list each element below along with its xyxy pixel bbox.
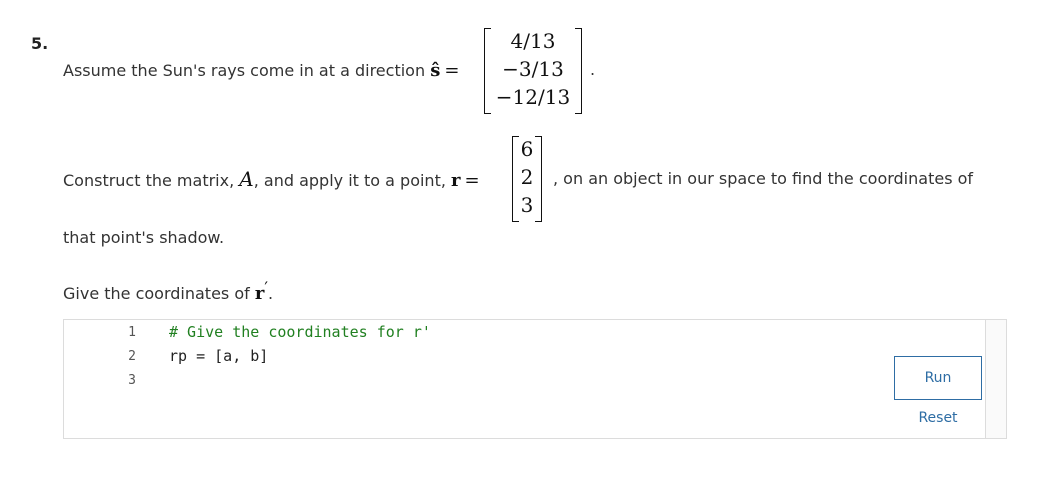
vector-entry: −12/13 <box>495 85 571 109</box>
line-number-gutter: 1 2 3 <box>64 320 156 438</box>
run-button[interactable]: Run <box>894 356 982 400</box>
period: . <box>267 284 274 303</box>
r-prime-symbol: r <box>254 283 265 304</box>
construct-matrix-statement: Construct the matrix, A, and apply it to… <box>63 167 486 191</box>
line-number: 2 <box>128 349 136 364</box>
shadow-text: that point's shadow. <box>63 228 225 247</box>
give-coordinates-statement: Give the coordinates of r′. <box>63 278 273 304</box>
sun-direction-statement: Assume the Sun's rays come in at a direc… <box>63 60 465 81</box>
construct-text: Construct the matrix, <box>63 171 235 190</box>
code-line-assignment[interactable]: rp = [a, b] <box>169 347 268 365</box>
vector-entry: 6 <box>520 137 534 161</box>
equals-sign: = <box>444 60 460 81</box>
sun-direction-text: Assume the Sun's rays come in at a direc… <box>63 61 426 80</box>
construct-after-text: , on an object in our space to find the … <box>553 169 974 188</box>
matrix-a-symbol: A <box>239 167 254 191</box>
reset-link[interactable]: Reset <box>894 410 982 426</box>
s-hat-symbol: ŝ <box>430 60 441 81</box>
question-number: 5. <box>31 34 49 53</box>
r-symbol: r <box>451 170 461 191</box>
line-number: 3 <box>128 373 136 388</box>
sun-direction-vector: 4/13 −3/13 −12/13 <box>484 28 582 114</box>
code-editor[interactable]: 1 2 3 # Give the coordinates for r' rp =… <box>63 319 1007 439</box>
construct-mid-text: , and apply it to a point, <box>253 171 446 190</box>
point-vector: 6 2 3 <box>512 136 542 222</box>
vector-entry: 4/13 <box>510 29 556 53</box>
vector-entry: 3 <box>520 193 534 217</box>
equals-sign: = <box>464 170 480 191</box>
period: . <box>590 60 596 79</box>
code-line-comment[interactable]: # Give the coordinates for r' <box>169 323 431 341</box>
vector-entry: −3/13 <box>502 57 564 81</box>
editor-side-panel <box>985 320 1006 438</box>
vector-entry: 2 <box>520 165 534 189</box>
give-coordinates-text: Give the coordinates of <box>63 284 250 303</box>
line-number: 1 <box>128 325 136 340</box>
